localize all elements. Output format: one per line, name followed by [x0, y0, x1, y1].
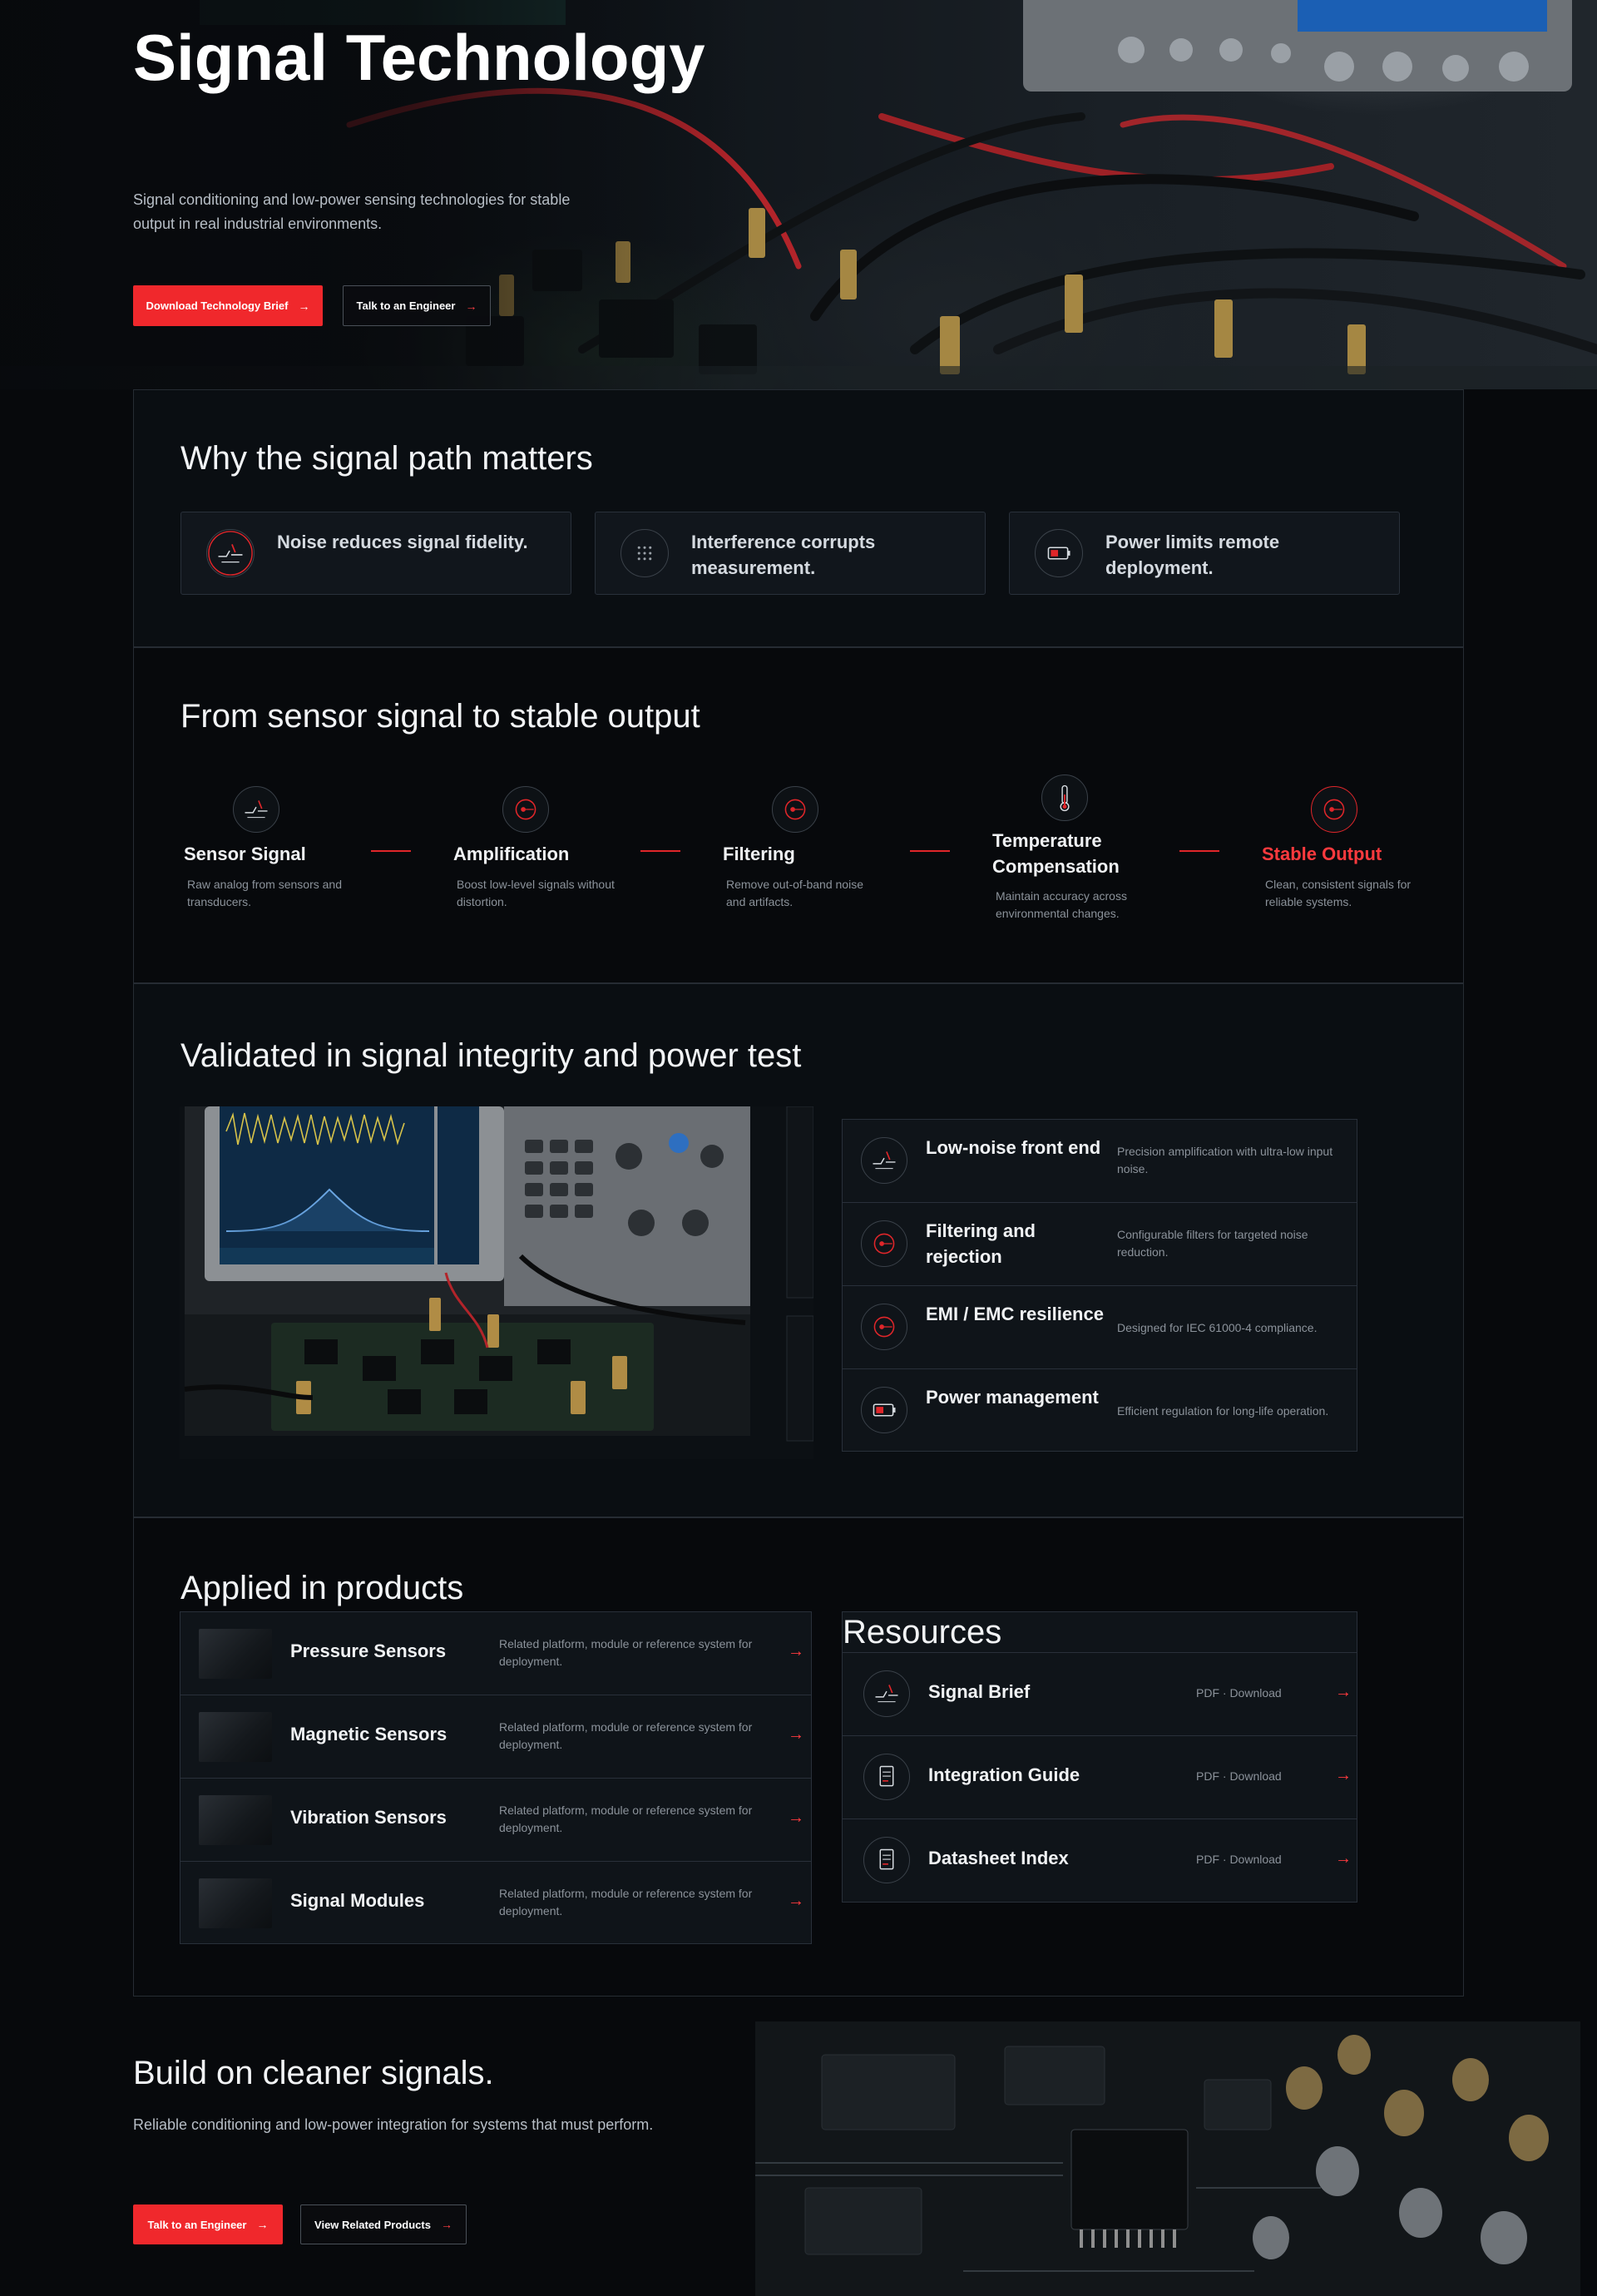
arrow-right-icon[interactable]: →: [788, 1809, 804, 1828]
noise-icon: [861, 1137, 907, 1184]
step-stable-output: Stable Output Clean, consistent signals …: [1258, 786, 1441, 953]
why-card-text: Noise reduces signal fidelity.: [277, 532, 528, 552]
arrow-right-icon[interactable]: →: [788, 1725, 804, 1744]
thermometer-icon: [1041, 774, 1088, 821]
arrow-right-icon[interactable]: →: [788, 1892, 804, 1911]
output-target-icon: [1311, 786, 1357, 833]
interference-grid-icon: [621, 529, 669, 577]
document-icon: [863, 1754, 910, 1800]
pipeline-connector: [910, 850, 950, 852]
why-card-power: Power limits remote deployment.: [1009, 512, 1400, 595]
feature-power: Power management Efficient regulation fo…: [843, 1369, 1357, 1452]
products-title: Applied in products: [180, 1570, 464, 1606]
feature-low-noise: Low-noise front end Precision amplificat…: [843, 1120, 1357, 1203]
oscilloscope-photo: [184, 1106, 814, 1442]
step-sensor-signal: Sensor Signal Raw analog from sensors an…: [180, 786, 363, 953]
why-card-noise: Noise reduces signal fidelity.: [180, 512, 571, 595]
arrow-right-icon: →: [256, 2218, 269, 2231]
pressure-sensor-thumbnail: [199, 1629, 272, 1679]
feature-list: Low-noise front end Precision amplificat…: [842, 1119, 1357, 1452]
talk-engineer-button[interactable]: Talk to an Engineer →: [343, 285, 491, 326]
step-temperature-compensation: Temperature Compensation Maintain accura…: [989, 774, 1172, 957]
talk-engineer-cta-button[interactable]: Talk to an Engineer →: [133, 2204, 283, 2244]
feature-filtering: Filtering and rejection Configurable fil…: [843, 1203, 1357, 1286]
test-bench-panel: [180, 1106, 814, 1459]
battery-low-icon: [1035, 529, 1083, 577]
target-icon: [502, 786, 549, 833]
resources-title: Resources: [843, 1614, 1002, 1650]
page-title: Signal Technology: [133, 21, 705, 94]
product-row[interactable]: Vibration Sensors Related platform, modu…: [180, 1779, 811, 1862]
step-filtering: Filtering Remove out-of-band noise and a…: [719, 786, 902, 953]
why-card-text: Power limits remote deployment.: [1105, 532, 1280, 578]
signal-module-thumbnail: [199, 1878, 272, 1928]
target-icon: [772, 786, 818, 833]
magnetic-sensor-thumbnail: [199, 1712, 272, 1762]
why-card-interference: Interference corrupts measurement.: [595, 512, 986, 595]
resource-row[interactable]: Integration Guide PDF · Download →: [843, 1735, 1357, 1818]
pipeline-connector: [640, 850, 680, 852]
pipeline-title: From sensor signal to stable output: [180, 698, 700, 735]
view-products-button[interactable]: View Related Products →: [300, 2204, 467, 2244]
arrow-right-icon: →: [298, 299, 310, 313]
arrow-right-icon[interactable]: →: [1335, 1766, 1352, 1785]
battery-low-icon: [861, 1387, 907, 1433]
why-title: Why the signal path matters: [180, 440, 593, 477]
arrow-right-icon[interactable]: →: [1335, 1849, 1352, 1868]
product-row[interactable]: Signal Modules Related platform, module …: [180, 1862, 811, 1945]
cta-subtitle: Reliable conditioning and low-power inte…: [133, 2116, 654, 2133]
why-card-text: Interference corrupts measurement.: [691, 532, 876, 578]
feature-emi-emc: EMI / EMC resilience Designed for IEC 61…: [843, 1286, 1357, 1369]
pipeline-section: From sensor signal to stable output Sens…: [133, 647, 1464, 983]
validated-title: Validated in signal integrity and power …: [180, 1037, 802, 1074]
signal-brief-icon: [863, 1670, 910, 1717]
resource-row[interactable]: Datasheet Index PDF · Download →: [843, 1818, 1357, 1902]
pipeline-connector: [371, 850, 411, 852]
arrow-right-icon[interactable]: →: [788, 1642, 804, 1661]
resource-row[interactable]: Signal Brief PDF · Download →: [843, 1652, 1357, 1735]
target-icon: [861, 1220, 907, 1267]
arrow-right-icon: →: [465, 299, 477, 313]
vibration-sensor-thumbnail: [199, 1795, 272, 1845]
circuit-board-photo: [755, 2021, 1580, 2296]
why-section: Why the signal path matters Noise reduce…: [133, 389, 1464, 647]
sensor-signal-icon: [233, 786, 279, 833]
target-icon: [861, 1304, 907, 1350]
product-list: Pressure Sensors Related platform, modul…: [180, 1611, 812, 1944]
hero-section: Signal Technology Signal conditioning an…: [0, 0, 1597, 389]
download-brief-button[interactable]: Download Technology Brief →: [133, 285, 323, 326]
resources-panel: Resources Signal Brief PDF · Download → …: [842, 1611, 1357, 1903]
product-row[interactable]: Magnetic Sensors Related platform, modul…: [180, 1695, 811, 1779]
pipeline-connector: [1179, 850, 1219, 852]
noise-icon: [206, 529, 255, 577]
document-icon: [863, 1837, 910, 1883]
product-row[interactable]: Pressure Sensors Related platform, modul…: [180, 1612, 811, 1695]
hero-subtitle: Signal conditioning and low-power sensin…: [133, 191, 571, 232]
cta-title: Build on cleaner signals.: [133, 2055, 494, 2091]
arrow-right-icon[interactable]: →: [1335, 1683, 1352, 1702]
step-amplification: Amplification Boost low-level signals wi…: [450, 786, 633, 953]
arrow-right-icon: →: [440, 2218, 452, 2231]
